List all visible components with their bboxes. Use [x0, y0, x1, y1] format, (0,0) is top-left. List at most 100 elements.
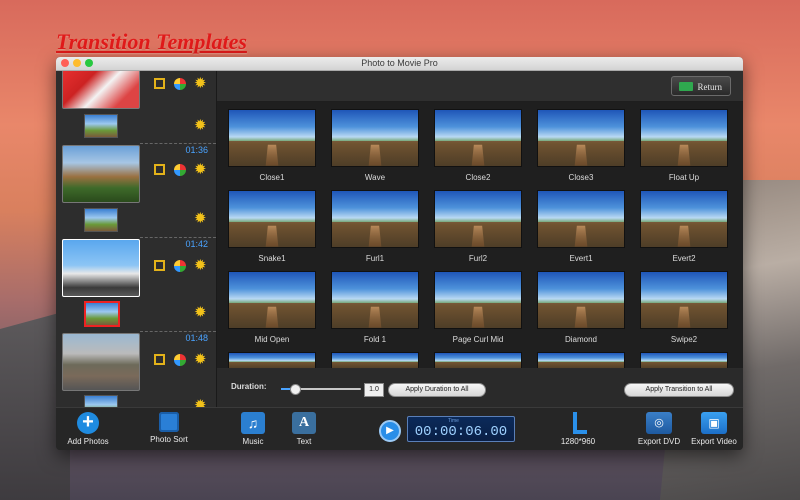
transition-tile[interactable]: [331, 352, 419, 368]
transition-thumbnail[interactable]: [84, 208, 118, 232]
transition-tile[interactable]: [434, 352, 522, 368]
resolution-button[interactable]: 1280*960: [553, 412, 603, 446]
video-icon: ▣: [701, 412, 727, 434]
transition-preview: [640, 352, 728, 368]
transition-grid[interactable]: Close1 Wave Close2 Close3 Float Up Snake…: [217, 102, 743, 368]
transition-tile[interactable]: Snake1: [228, 190, 316, 263]
gear-icon[interactable]: ✹: [194, 118, 207, 133]
export-dvd-label: Export DVD: [637, 437, 681, 446]
effects-icon[interactable]: [174, 78, 186, 90]
add-icon: +: [77, 412, 99, 434]
transition-thumbnail[interactable]: [84, 395, 118, 407]
effects-icon[interactable]: [174, 164, 186, 176]
transition-tile[interactable]: Close3: [537, 109, 625, 182]
duration-label: Duration:: [231, 382, 267, 391]
transition-preview: [537, 190, 625, 248]
duration-bar: Duration: 1.0 Apply Duration to All Appl…: [217, 369, 743, 407]
transition-preview: [228, 109, 316, 167]
effects-icon[interactable]: [174, 260, 186, 272]
main-header: Return: [217, 71, 743, 102]
transition-tile[interactable]: Close1: [228, 109, 316, 182]
music-label: Music: [242, 437, 264, 446]
transition-tile[interactable]: Evert2: [640, 190, 728, 263]
transition-tile[interactable]: Evert1: [537, 190, 625, 263]
apply-duration-button[interactable]: Apply Duration to All: [388, 383, 486, 397]
gear-icon[interactable]: ✹: [194, 211, 207, 226]
crop-icon[interactable]: [154, 260, 165, 271]
transition-preview: [331, 352, 419, 368]
gear-icon[interactable]: ✹: [194, 352, 207, 367]
slide-thumbnail[interactable]: [62, 333, 140, 391]
export-video-button[interactable]: ▣ Export Video: [688, 412, 740, 446]
transition-preview: [228, 352, 316, 368]
app-window: Photo to Movie Pro ✹ ✹ 01:36 ✹ ✹ 01:42 ✹…: [56, 57, 743, 450]
duration-value-field[interactable]: 1.0: [364, 383, 384, 397]
transition-tile[interactable]: Page Curl Mid: [434, 271, 522, 344]
timecode-caption: Time: [448, 418, 459, 424]
photo-sort-button[interactable]: Photo Sort: [145, 412, 193, 444]
transition-tile[interactable]: Fold 1: [331, 271, 419, 344]
slide-thumbnail[interactable]: [62, 71, 140, 109]
window-titlebar: Photo to Movie Pro: [56, 57, 743, 71]
duration-slider-knob[interactable]: [290, 384, 302, 395]
transition-label: Evert2: [672, 254, 696, 263]
transition-preview: [537, 271, 625, 329]
gear-icon[interactable]: ✹: [194, 398, 207, 407]
transition-tile[interactable]: Float Up: [640, 109, 728, 182]
text-button[interactable]: A Text: [287, 412, 321, 446]
transition-thumbnail-selected[interactable]: [84, 301, 120, 327]
transition-label: Diamond: [564, 335, 597, 344]
slide-thumbnail[interactable]: [62, 239, 140, 297]
gear-icon[interactable]: ✹: [194, 305, 207, 320]
transition-tile[interactable]: Mid Open: [228, 271, 316, 344]
export-video-label: Export Video: [691, 437, 737, 446]
slide-separator: [140, 237, 216, 238]
effects-icon[interactable]: [174, 354, 186, 366]
apply-transition-button[interactable]: Apply Transition to All: [624, 383, 734, 397]
timecode-value: 00:00:06.00: [414, 424, 508, 440]
transition-tile[interactable]: [228, 352, 316, 368]
slide-list[interactable]: ✹ ✹ 01:36 ✹ ✹ 01:42 ✹ ✹ 01:48 ✹ ✹: [56, 71, 217, 407]
transition-thumbnail[interactable]: [84, 114, 118, 138]
play-button[interactable]: ▶: [379, 420, 401, 442]
transition-preview: [434, 109, 522, 167]
gear-icon[interactable]: ✹: [194, 162, 207, 177]
transition-label: Furl2: [468, 254, 488, 263]
transition-label: Wave: [364, 173, 386, 182]
transition-tile[interactable]: [537, 352, 625, 368]
export-dvd-button[interactable]: ◎ Export DVD: [634, 412, 684, 446]
transition-tile[interactable]: Close2: [434, 109, 522, 182]
transition-tile[interactable]: Diamond: [537, 271, 625, 344]
slide-time: 01:42: [185, 239, 208, 249]
return-icon: [679, 82, 693, 91]
transition-tile[interactable]: Wave: [331, 109, 419, 182]
resolution-label: 1280*960: [560, 437, 596, 446]
gear-icon[interactable]: ✹: [194, 258, 207, 273]
transition-preview: [228, 271, 316, 329]
transition-label: Float Up: [668, 173, 700, 182]
crop-icon[interactable]: [154, 164, 165, 175]
transition-tile[interactable]: Furl1: [331, 190, 419, 263]
transition-tile[interactable]: Swipe2: [640, 271, 728, 344]
crop-icon[interactable]: [154, 78, 165, 89]
add-photos-button[interactable]: + Add Photos: [64, 412, 112, 447]
slide-thumbnail[interactable]: [62, 145, 140, 203]
duration-slider[interactable]: [281, 384, 361, 395]
text-icon: A: [292, 412, 316, 434]
transition-preview: [640, 190, 728, 248]
transition-label: Close3: [568, 173, 594, 182]
play-icon: ▶: [386, 425, 394, 436]
music-button[interactable]: ♫ Music: [236, 412, 270, 446]
resolution-icon: [569, 412, 587, 434]
return-button[interactable]: Return: [671, 76, 731, 96]
transition-label: Furl1: [365, 254, 385, 263]
transition-preview: [434, 271, 522, 329]
transition-tile[interactable]: [640, 352, 728, 368]
slide-time: 01:36: [185, 145, 208, 155]
transition-preview: [640, 109, 728, 167]
crop-icon[interactable]: [154, 354, 165, 365]
gear-icon[interactable]: ✹: [194, 76, 207, 91]
text-label: Text: [296, 437, 312, 446]
transition-tile[interactable]: Furl2: [434, 190, 522, 263]
transition-label: Snake1: [258, 254, 286, 263]
